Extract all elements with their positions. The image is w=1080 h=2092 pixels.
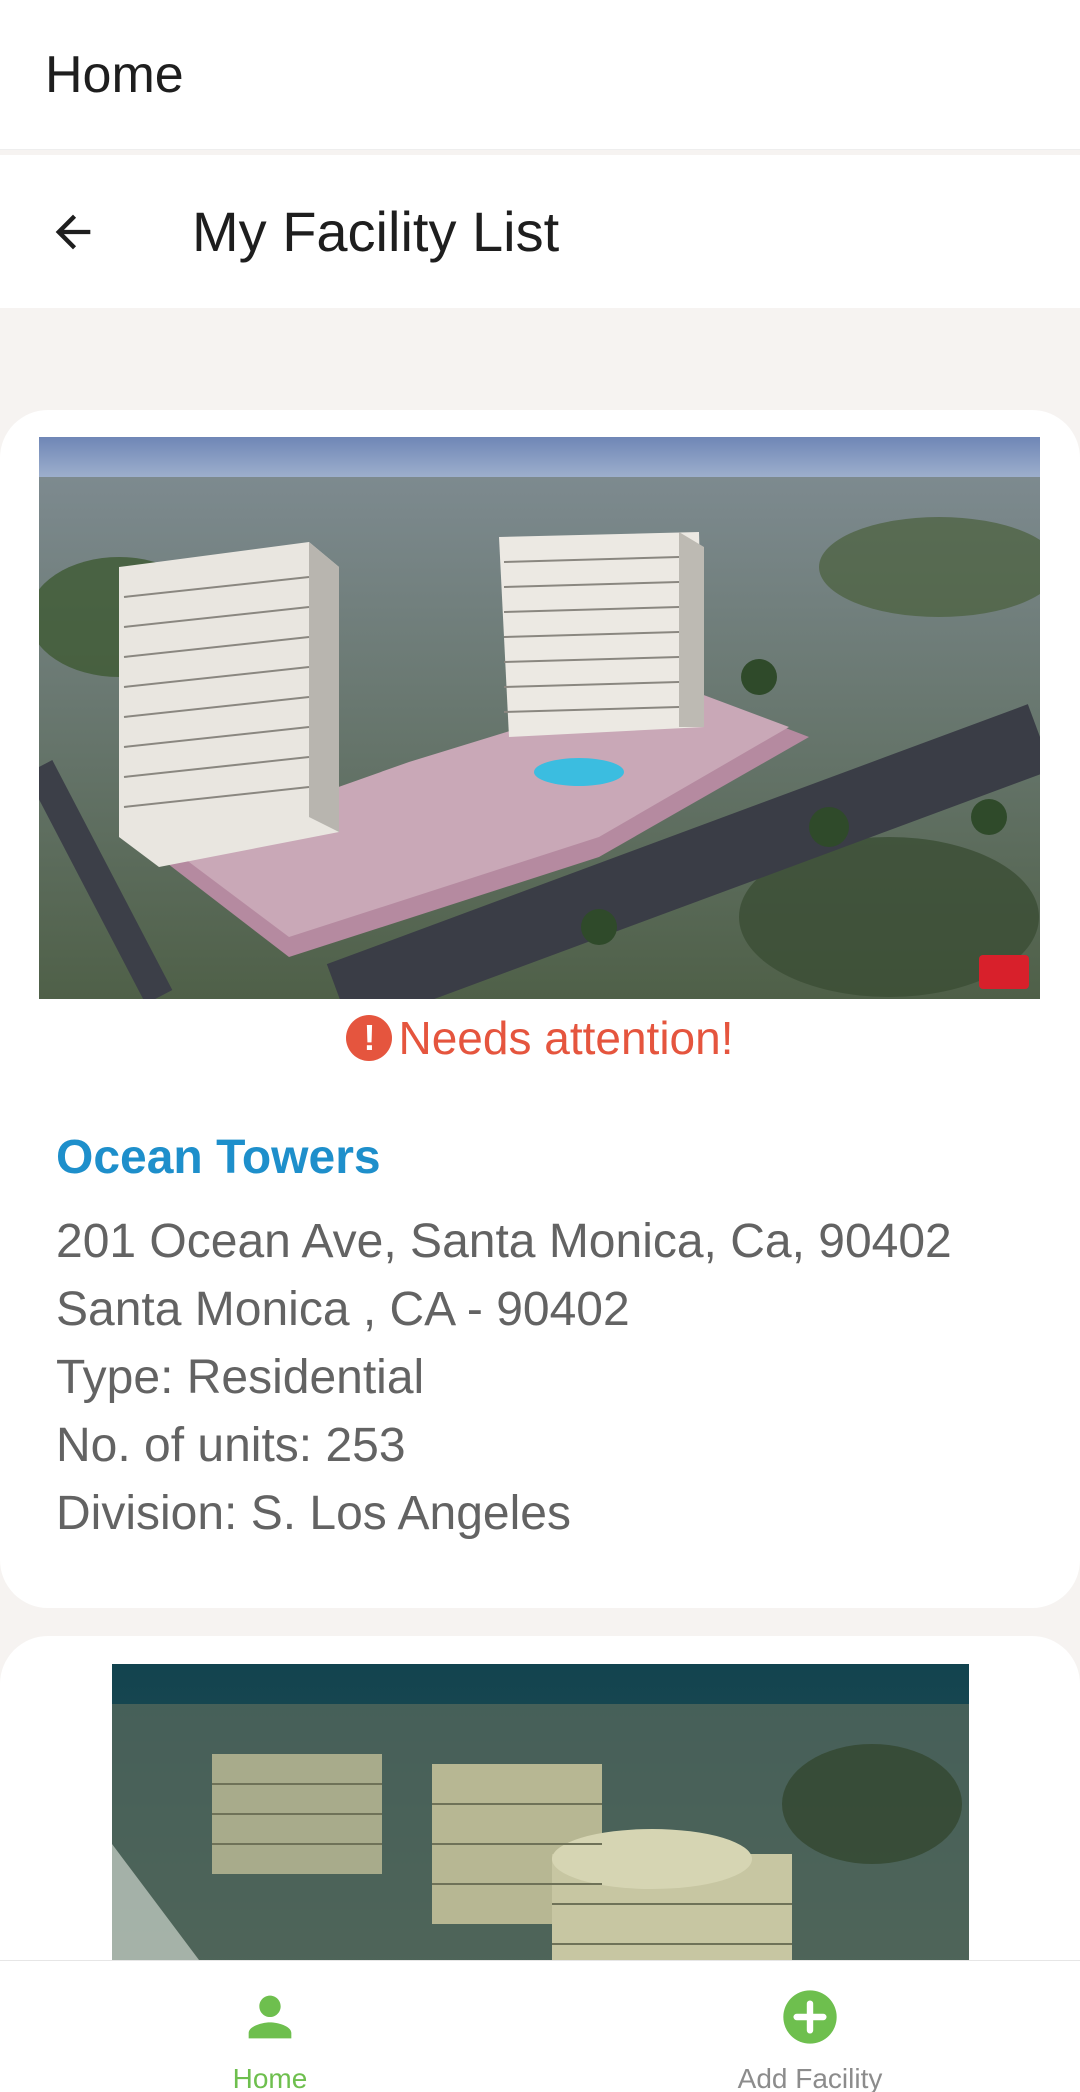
page-title: My Facility List <box>192 200 560 263</box>
nav-add-facility-label: Add Facility <box>737 2063 883 2092</box>
mls-watermark <box>979 955 1029 989</box>
needs-attention-alert[interactable]: ! Needs attention! <box>0 1008 1080 1068</box>
app-header: Home <box>0 0 1080 150</box>
page-toolbar: My Facility List <box>0 155 1080 308</box>
bottom-navigation: Home Add Facility <box>0 1960 1080 2092</box>
facility-address: 201 Ocean Ave, Santa Monica, Ca, 90402 <box>56 1215 952 1268</box>
plus-circle-icon <box>783 1990 837 2044</box>
exclamation-circle-icon: ! <box>346 1015 393 1061</box>
facility-units: No. of units: 253 <box>56 1419 406 1472</box>
nav-home-label: Home <box>232 2063 308 2092</box>
nav-add-facility[interactable]: Add Facility <box>540 1961 1080 2092</box>
person-icon <box>248 1995 292 2039</box>
app-title: Home <box>45 45 184 104</box>
facility-city: Santa Monica , CA - 90402 <box>56 1283 630 1336</box>
facility-card[interactable]: ! Needs attention! Ocean Towers 201 Ocea… <box>0 410 1080 1608</box>
nav-home[interactable]: Home <box>0 1961 540 2092</box>
facility-photo <box>39 437 1040 999</box>
facility-name-link[interactable]: Ocean Towers <box>56 1130 381 1185</box>
facility-division: Division: S. Los Angeles <box>56 1487 571 1540</box>
back-button[interactable] <box>40 199 106 265</box>
status-text: Needs attention! <box>398 1012 734 1064</box>
facility-type: Type: Residential <box>56 1351 425 1404</box>
arrow-left-icon <box>55 214 91 250</box>
